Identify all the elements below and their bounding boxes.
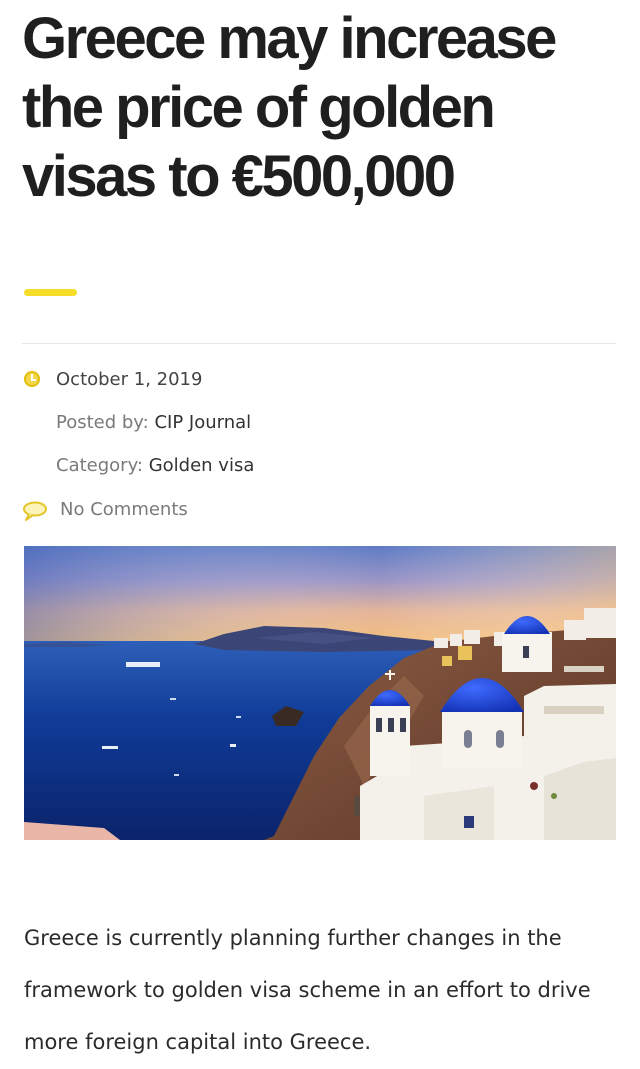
posted-by-label: Posted by: xyxy=(56,412,149,433)
clock-icon xyxy=(24,371,40,387)
title-accent-bar xyxy=(24,289,77,296)
posted-by-author-link[interactable]: CIP Journal xyxy=(154,412,251,433)
article-body-paragraph: Greece is currently planning further cha… xyxy=(24,926,591,1054)
category-row: Category: Golden visa xyxy=(56,453,254,479)
article-title: Greece may increase the price of golden … xyxy=(22,6,557,209)
comment-bubble-icon xyxy=(22,501,48,529)
post-date: October 1, 2019 xyxy=(56,369,203,390)
posted-by-row: Posted by: CIP Journal xyxy=(56,410,251,436)
santorini-photo xyxy=(24,546,616,840)
comments-row[interactable]: No Comments xyxy=(22,497,322,523)
category-label: Category: xyxy=(56,455,143,476)
article-hero-image xyxy=(24,546,616,840)
post-date-row: October 1, 2019 xyxy=(22,367,322,393)
category-link[interactable]: Golden visa xyxy=(149,455,255,476)
section-divider xyxy=(22,343,616,344)
comments-link[interactable]: No Comments xyxy=(60,497,188,523)
